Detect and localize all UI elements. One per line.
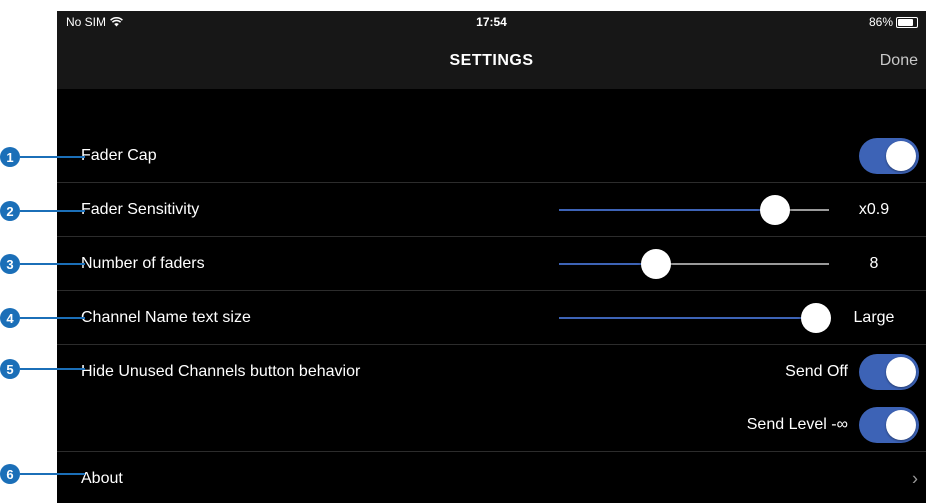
channel-name-text-size-slider[interactable]	[559, 302, 831, 333]
battery-fill	[898, 18, 914, 26]
hide-unused-label: Hide Unused Channels button behavior	[81, 362, 361, 380]
send-off-toggle[interactable]	[859, 353, 919, 390]
fader-sensitivity-row: Fader Sensitivity x0.9	[57, 183, 926, 237]
slider-thumb[interactable]	[800, 302, 831, 333]
slider-fill	[559, 316, 816, 319]
settings-screen: No SIM 17:54 86% SETTINGS Done Fader Cap…	[57, 11, 926, 503]
toggle-knob	[886, 356, 916, 387]
toggle-knob	[886, 140, 916, 171]
page-title: SETTINGS	[449, 52, 534, 69]
callout-marker-6: 6	[0, 464, 20, 484]
status-time: 17:54	[476, 15, 507, 29]
number-of-faders-label: Number of faders	[81, 254, 205, 272]
hide-unused-send-level-row: Send Level -∞	[57, 398, 926, 452]
about-row[interactable]: About ›	[57, 452, 926, 503]
status-right: 86%	[869, 15, 918, 29]
number-of-faders-value: 8	[869, 254, 879, 272]
channel-name-text-size-label: Channel Name text size	[81, 308, 251, 326]
callout-line-5	[20, 368, 85, 370]
callout-marker-4: 4	[0, 308, 20, 328]
hide-unused-send-off-row: Hide Unused Channels button behavior Sen…	[57, 345, 926, 398]
fader-sensitivity-slider[interactable]	[559, 194, 829, 225]
fader-sensitivity-value: x0.9	[858, 200, 890, 218]
callout-line-6	[20, 473, 85, 475]
battery-icon	[896, 16, 918, 28]
callout-line-4	[20, 317, 85, 319]
fader-cap-row: Fader Cap	[57, 129, 926, 183]
callout-marker-2: 2	[0, 201, 20, 221]
callout-marker-1: 1	[0, 147, 20, 167]
callout-line-3	[20, 263, 85, 265]
callout-line-2	[20, 210, 85, 212]
fader-sensitivity-label: Fader Sensitivity	[81, 200, 200, 218]
toggle-knob	[886, 409, 916, 440]
done-button[interactable]: Done	[880, 52, 918, 70]
callout-line-1	[20, 156, 85, 158]
number-of-faders-slider[interactable]	[559, 248, 829, 279]
battery-percent: 86%	[868, 15, 893, 29]
about-label: About	[81, 469, 123, 487]
fader-cap-label: Fader Cap	[81, 146, 157, 164]
slider-thumb[interactable]	[760, 194, 790, 225]
channel-name-text-size-row: Channel Name text size Large	[57, 291, 926, 345]
fader-cap-toggle[interactable]	[859, 137, 919, 174]
slider-thumb[interactable]	[641, 248, 672, 279]
number-of-faders-row: Number of faders 8	[57, 237, 926, 291]
callout-marker-3: 3	[0, 254, 20, 274]
chevron-right-icon: ›	[912, 468, 918, 488]
send-level-label: Send Level -∞	[746, 415, 848, 433]
navigation-bar: SETTINGS Done	[57, 33, 926, 89]
send-level-toggle[interactable]	[859, 406, 919, 443]
status-bar: No SIM 17:54 86%	[57, 11, 926, 33]
callout-marker-5: 5	[0, 359, 20, 379]
slider-fill	[559, 208, 775, 211]
send-off-label: Send Off	[785, 362, 848, 380]
channel-name-text-size-value: Large	[853, 308, 895, 326]
